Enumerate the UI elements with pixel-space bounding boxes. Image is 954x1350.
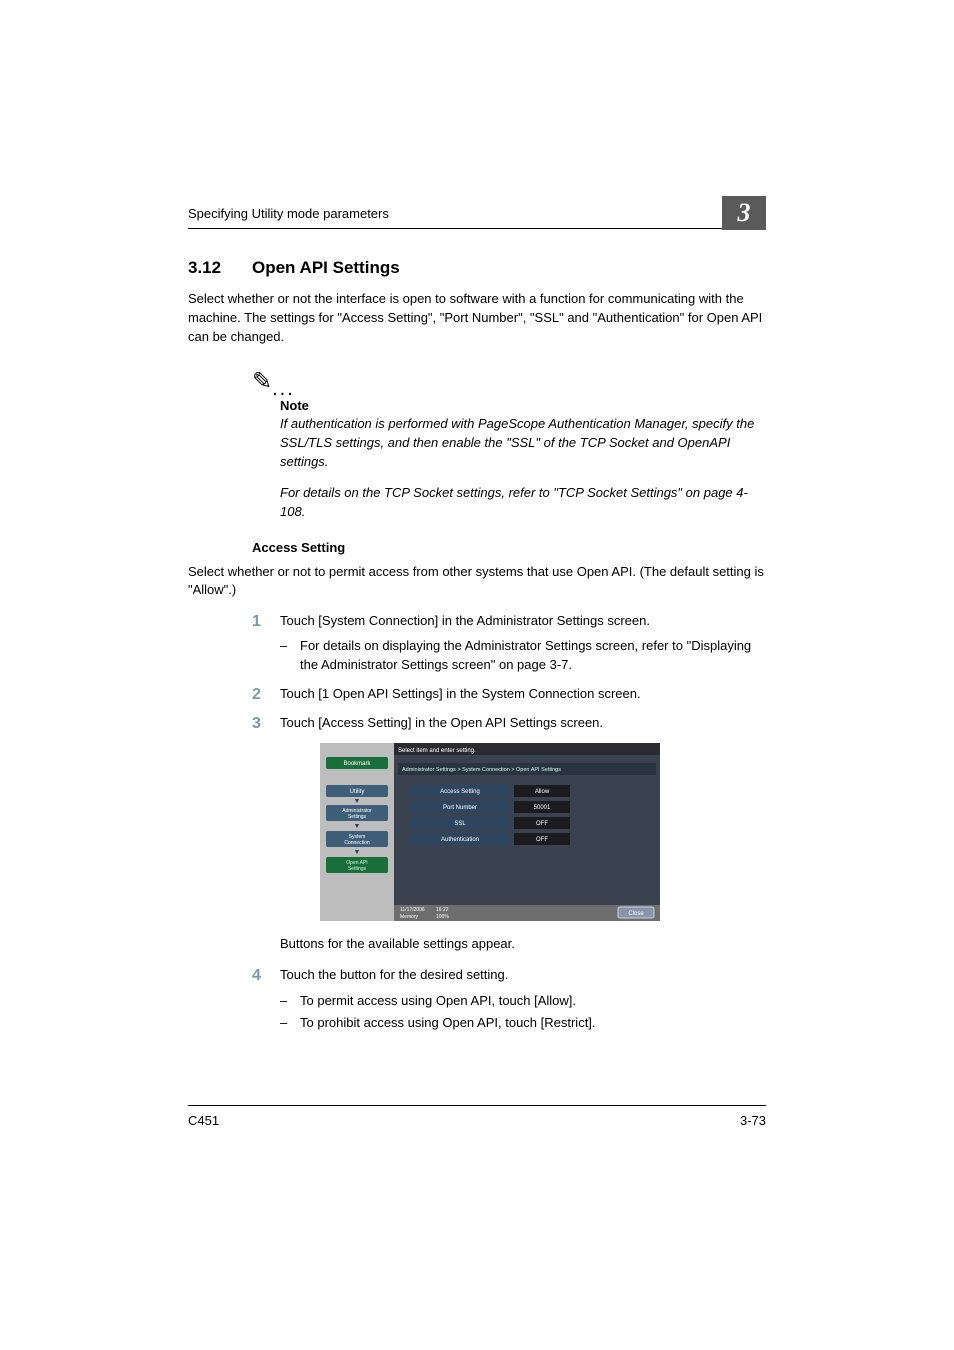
bookmark-tab: Bookmark	[343, 761, 371, 767]
section-number: 3.12	[188, 258, 252, 278]
svg-text:Connection: Connection	[344, 840, 370, 846]
svg-text:Settings: Settings	[348, 814, 367, 820]
running-head: Specifying Utility mode parameters	[188, 206, 389, 221]
step-1-text: Touch [System Connection] in the Adminis…	[280, 612, 766, 631]
section-heading: 3.12Open API Settings	[188, 258, 766, 278]
port-number-value: 50001	[534, 805, 551, 811]
note-body-1: If authentication is performed with Page…	[280, 415, 766, 472]
step-1-sub-text: For details on displaying the Administra…	[300, 637, 766, 675]
step-4-sub2-text: To prohibit access using Open API, touch…	[300, 1014, 596, 1033]
status-time: 16:22	[436, 907, 449, 913]
status-memory-value: 100%	[436, 914, 449, 920]
access-setting-intro: Select whether or not to permit access f…	[188, 563, 766, 601]
page: Specifying Utility mode parameters 3 3.1…	[0, 0, 954, 1350]
chapter-number-box: 3	[722, 196, 766, 230]
footer-model: C451	[188, 1113, 219, 1128]
breadcrumb: Administrator Settings > System Connecti…	[402, 767, 561, 773]
access-setting-heading: Access Setting	[252, 540, 766, 555]
step-2-text: Touch [1 Open API Settings] in the Syste…	[280, 685, 766, 704]
step-number-3: 3	[252, 714, 280, 733]
screenshot-instruction: Select item and enter setting.	[398, 748, 476, 754]
step-4-sub1-text: To permit access using Open API, touch […	[300, 992, 576, 1011]
step-1-subitem: – For details on displaying the Administ…	[280, 637, 766, 675]
svg-text:▼: ▼	[354, 823, 361, 830]
step-4-subitem-2: – To prohibit access using Open API, tou…	[280, 1014, 766, 1033]
buttons-appear-text: Buttons for the available settings appea…	[280, 935, 766, 954]
step-3-text: Touch [Access Setting] in the Open API S…	[280, 714, 766, 733]
intro-paragraph: Select whether or not the interface is o…	[188, 290, 766, 347]
authentication-label: Authentication	[441, 837, 479, 843]
step-2: 2 Touch [1 Open API Settings] in the Sys…	[252, 685, 766, 704]
svg-text:Settings: Settings	[348, 866, 367, 872]
dash-icon: –	[280, 992, 300, 1011]
svg-text:▼: ▼	[354, 798, 361, 805]
step-number-4: 4	[252, 966, 280, 985]
header-rule	[188, 228, 766, 229]
step-4: 4 Touch the button for the desired setti…	[252, 966, 766, 985]
note-dots-icon: ...	[272, 377, 295, 399]
dash-icon: –	[280, 637, 300, 675]
ssl-label: SSL	[454, 821, 466, 827]
status-memory-label: Memory	[400, 914, 419, 920]
footer-rule	[188, 1105, 766, 1106]
content-area: 3.12Open API Settings Select whether or …	[188, 258, 766, 1037]
footer-page-number: 3-73	[740, 1113, 766, 1128]
note-icon: ✎...	[252, 367, 295, 401]
note-body-2: For details on the TCP Socket settings, …	[280, 484, 766, 522]
note-heading: Note	[280, 398, 766, 413]
step-1: 1 Touch [System Connection] in the Admin…	[252, 612, 766, 631]
step-4-subitem-1: – To permit access using Open API, touch…	[280, 992, 766, 1011]
chapter-number: 3	[738, 198, 751, 228]
authentication-value: OFF	[536, 837, 548, 843]
section-title-text: Open API Settings	[252, 258, 400, 277]
access-setting-label: Access Setting	[440, 789, 480, 795]
step-3: 3 Touch [Access Setting] in the Open API…	[252, 714, 766, 733]
svg-text:▼: ▼	[354, 849, 361, 856]
step-number-1: 1	[252, 612, 280, 631]
step-4-text: Touch the button for the desired setting…	[280, 966, 766, 985]
ssl-value: OFF	[536, 821, 548, 827]
screenshot-svg: Select item and enter setting. Bookmark …	[320, 743, 660, 921]
port-number-label: Port Number	[443, 805, 477, 811]
step-number-2: 2	[252, 685, 280, 704]
access-setting-value: Allow	[535, 789, 550, 795]
status-date: 11/17/2006	[400, 907, 425, 913]
dash-icon: –	[280, 1014, 300, 1033]
close-button: Close	[628, 911, 644, 917]
device-screenshot: Select item and enter setting. Bookmark …	[320, 743, 766, 921]
utility-button: Utility	[350, 789, 365, 795]
